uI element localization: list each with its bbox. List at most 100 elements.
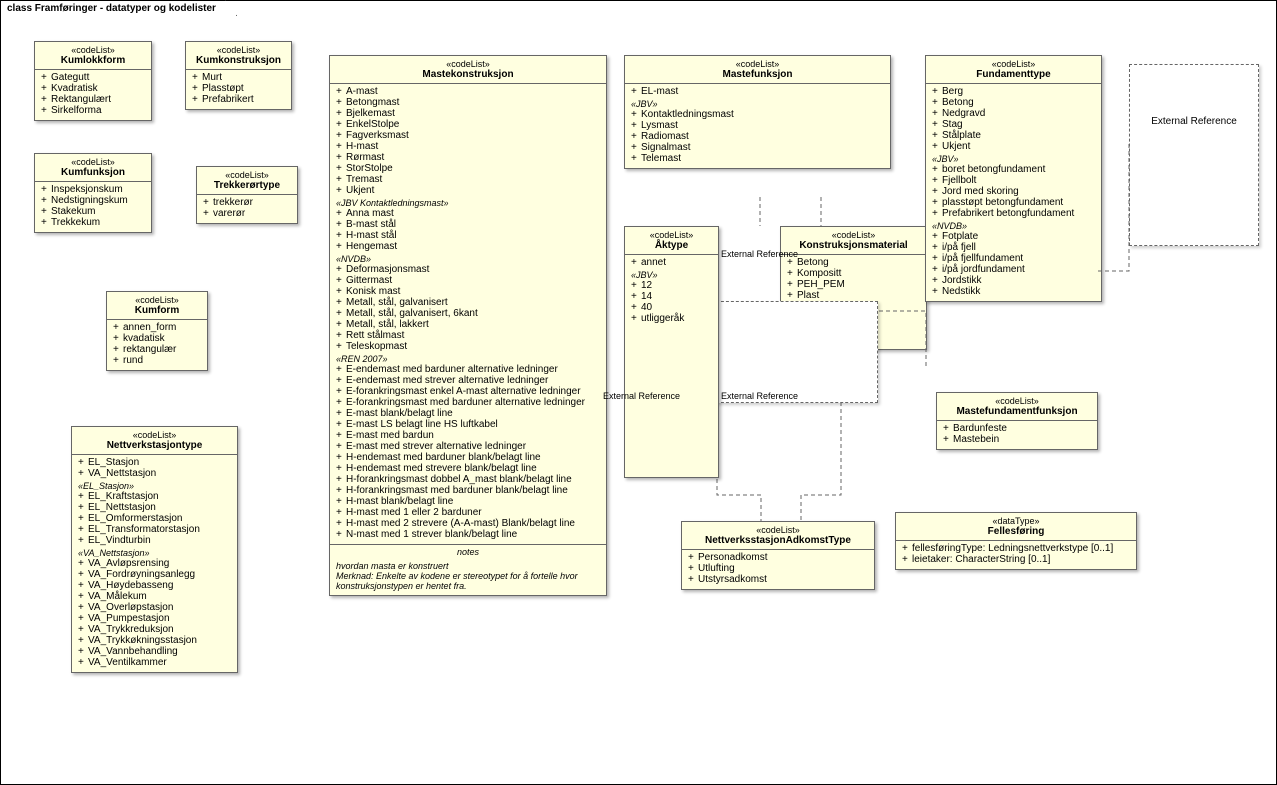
attribute-item: +rektangulær [113, 344, 201, 355]
attribute-item: +EL_Omformerstasjon [78, 513, 231, 524]
attribute-item: +Bardunfeste [943, 423, 1091, 434]
attribute-item: +E-mast LS belagt line HS luftkabel [336, 419, 600, 430]
attribute-item: +Gittermast [336, 275, 600, 286]
attribute-item: +Kompositt [787, 268, 920, 279]
attribute-item: +StorStolpe [336, 163, 600, 174]
attribute-item: +Fotplate [932, 231, 1095, 242]
attribute-item: +Utstyrsadkomst [688, 574, 868, 585]
attribute-item: +Jordstikk [932, 275, 1095, 286]
attribute-item: +Utlufting [688, 563, 868, 574]
attribute-item: +Betong [932, 97, 1095, 108]
attribute-item: +E-forankringsmast enkel A-mast alternat… [336, 386, 600, 397]
attribute-item: +H-mast [336, 141, 600, 152]
attribute-item: +H-mast blank/belagt line [336, 496, 600, 507]
attribute-item: +E-mast blank/belagt line [336, 408, 600, 419]
attribute-item: +rund [113, 355, 201, 366]
attribute-item: +Metall, stål, galvanisert, 6kant [336, 308, 600, 319]
codelist-kumlokkform: «codeList» Kumlokkform +Gategutt+Kvadrat… [34, 41, 152, 121]
attribute-item: +12 [631, 280, 712, 291]
attribute-item: +Fjellbolt [932, 175, 1095, 186]
section-label: «EL_Stasjon» [78, 481, 231, 491]
attrs-fellesforing: +fellesføringType: Ledningsnettverkstype… [896, 541, 1136, 569]
sect-aktype: +annet«JBV»+12+14+40+utliggeråk [625, 255, 718, 328]
codelist-mastefundamentfunksjon: «codeList»Mastefundamentfunksjon +Bardun… [936, 392, 1098, 450]
extref-label-top: External Reference [721, 249, 798, 259]
attribute-item: +i/på fjell [932, 242, 1095, 253]
codelist-mastefunksjon: «codeList»Mastefunksjon +EL-mast«JBV»+Ko… [624, 55, 891, 169]
codelist-fundamenttype: «codeList»Fundamenttype +Berg+Betong+Ned… [925, 55, 1102, 302]
attribute-item: +utliggeråk [631, 313, 712, 324]
attribute-item: +i/på fjellfundament [932, 253, 1095, 264]
external-reference-box-1: External Reference [1129, 64, 1259, 246]
attribute-item: +VA_Fordrøyningsanlegg [78, 569, 231, 580]
section-label: «JBV» [631, 270, 712, 280]
attribute-item: +Trekkekum [41, 217, 145, 228]
attribute-item: +E-endemast med barduner alternative led… [336, 364, 600, 375]
attribute-item: +Tremast [336, 174, 600, 185]
section-label: «REN 2007» [336, 354, 600, 364]
attribute-item: +VA_Pumpestasjon [78, 613, 231, 624]
attribute-item: +EL_Nettstasjon [78, 502, 231, 513]
section-label: «JBV Kontaktledningsmast» [336, 198, 600, 208]
attrs-mastefundamentfunksjon: +Bardunfeste+Mastebein [937, 421, 1097, 449]
attribute-item: +E-mast med bardun [336, 430, 600, 441]
attribute-item: +N-mast med 1 strever blank/belagt line [336, 529, 600, 540]
attribute-item: +Ukjent [336, 185, 600, 196]
attribute-item: +Prefabrikert [192, 94, 285, 105]
attribute-item: +Nedstigningskum [41, 195, 145, 206]
attribute-item: +H-mast stål [336, 230, 600, 241]
attrs-nettverksstasjonadkomsttype: +Personadkomst+Utlufting+Utstyrsadkomst [682, 550, 874, 589]
codelist-nettverksstasjonadkomsttype: «codeList»NettverksstasjonAdkomstType +P… [681, 521, 875, 590]
codelist-mastekonstruksjon: «codeList»Mastekonstruksjon +A-mast+Beto… [329, 55, 607, 596]
attribute-item: +EL-mast [631, 86, 884, 97]
attribute-item: +E-mast med strever alternative ledninge… [336, 441, 600, 452]
attribute-item: +Kontaktledningsmast [631, 109, 884, 120]
attribute-item: +Kvadratisk [41, 83, 145, 94]
attribute-item: +trekkerør [203, 197, 291, 208]
attribute-item: +Anna mast [336, 208, 600, 219]
attribute-item: +annet [631, 257, 712, 268]
attribute-item: +Deformasjonsmast [336, 264, 600, 275]
attribute-item: +B-mast stål [336, 219, 600, 230]
attrs-trekkerortype: +trekkerør+varerør [197, 195, 297, 223]
attrs-kumform: +annen_form+kvadatisk+rektangulær+rund [107, 320, 207, 370]
attrs-kumkonstruksjon: +Murt+Plasstøpt+Prefabrikert [186, 70, 291, 109]
attribute-item: +H-forankringsmast dobbel A_mast blank/b… [336, 474, 600, 485]
attribute-item: +Ukjent [932, 141, 1095, 152]
attribute-item: +VA_Vannbehandling [78, 646, 231, 657]
attribute-item: +Bjelkemast [336, 108, 600, 119]
attribute-item: +VA_Avløpsrensing [78, 558, 231, 569]
attribute-item: +Sirkelforma [41, 105, 145, 116]
attribute-item: +Inspeksjonskum [41, 184, 145, 195]
attribute-item: +VA_Høydebasseng [78, 580, 231, 591]
attribute-item: +Jord med skoring [932, 186, 1095, 197]
attribute-item: +Nedstikk [932, 286, 1095, 297]
codelist-nettverkstasjontype: «codeList»Nettverkstasjontype +EL_Stasjo… [71, 426, 238, 673]
attribute-item: +Nedgravd [932, 108, 1095, 119]
attribute-item: +VA_Overløpstasjon [78, 602, 231, 613]
attribute-item: +Radiomast [631, 131, 884, 142]
attribute-item: +Plasstøpt [192, 83, 285, 94]
attribute-item: +Murt [192, 72, 285, 83]
attribute-item: +H-mast med 1 eller 2 barduner [336, 507, 600, 518]
attribute-item: +i/på jordfundament [932, 264, 1095, 275]
attribute-item: +Prefabrikert betongfundament [932, 208, 1095, 219]
attribute-item: +H-endemast med strevere blank/belagt li… [336, 463, 600, 474]
attribute-item: +Fagverksmast [336, 130, 600, 141]
sect-mastefunksjon: +EL-mast«JBV»+Kontaktledningsmast+Lysmas… [625, 84, 890, 168]
diagram-canvas: class Framføringer - datatyper og kodeli… [0, 0, 1277, 785]
attribute-item: +Teleskopmast [336, 341, 600, 352]
datatype-fellesforing: «dataType»Fellesføring +fellesføringType… [895, 512, 1137, 570]
attribute-item: +VA_Ventilkammer [78, 657, 231, 668]
attribute-item: +Lysmast [631, 120, 884, 131]
codelist-aktype: «codeList»Åktype +annet«JBV»+12+14+40+ut… [624, 226, 719, 478]
attribute-item: +Plast [787, 290, 920, 301]
attribute-item: +leietaker: CharacterString [0..1] [902, 554, 1130, 565]
section-label: «JBV» [932, 154, 1095, 164]
attribute-item: +40 [631, 302, 712, 313]
attribute-item: +H-forankringsmast med barduner blank/be… [336, 485, 600, 496]
attribute-item: +Gategutt [41, 72, 145, 83]
attribute-item: +PEH_PEM [787, 279, 920, 290]
attribute-item: +E-forankringsmast med barduner alternat… [336, 397, 600, 408]
attribute-item: +Mastebein [943, 434, 1091, 445]
